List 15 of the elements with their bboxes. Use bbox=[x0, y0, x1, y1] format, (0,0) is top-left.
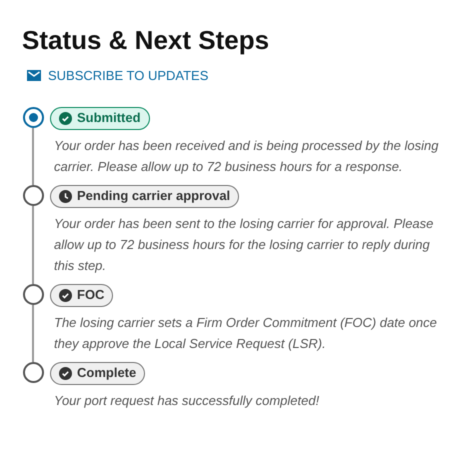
step-description: Your order has been sent to the losing carrier for approval. Please allow up to 72 business hours for the losing carrier to reply during this step. bbox=[54, 214, 434, 275]
step-description: Your order has been received and is being processed by the losing carrier. Please allow up to 72 business hours for a response. bbox=[54, 136, 440, 176]
clock-icon bbox=[59, 190, 72, 202]
step-description: The losing carrier sets a Firm Order Commitment (FOC) date once they approve the Local Service Request (LSR). bbox=[54, 314, 438, 353]
status-badge: Pending carrier approval bbox=[50, 184, 240, 208]
subscribe-link[interactable]: SUBSCRIBE TO UPDATES bbox=[27, 66, 208, 86]
step-description: Your port request has successfully completed! bbox=[54, 392, 320, 410]
check-circle-icon bbox=[59, 112, 72, 124]
envelope-icon bbox=[27, 70, 41, 82]
status-badge: Submitted bbox=[50, 106, 150, 130]
check-circle-icon bbox=[59, 366, 72, 380]
check-circle-icon bbox=[59, 288, 72, 302]
status-badge: Complete bbox=[50, 362, 146, 384]
page-title: Status & Next Steps bbox=[22, 24, 270, 56]
status-badge: FOC bbox=[50, 284, 114, 306]
